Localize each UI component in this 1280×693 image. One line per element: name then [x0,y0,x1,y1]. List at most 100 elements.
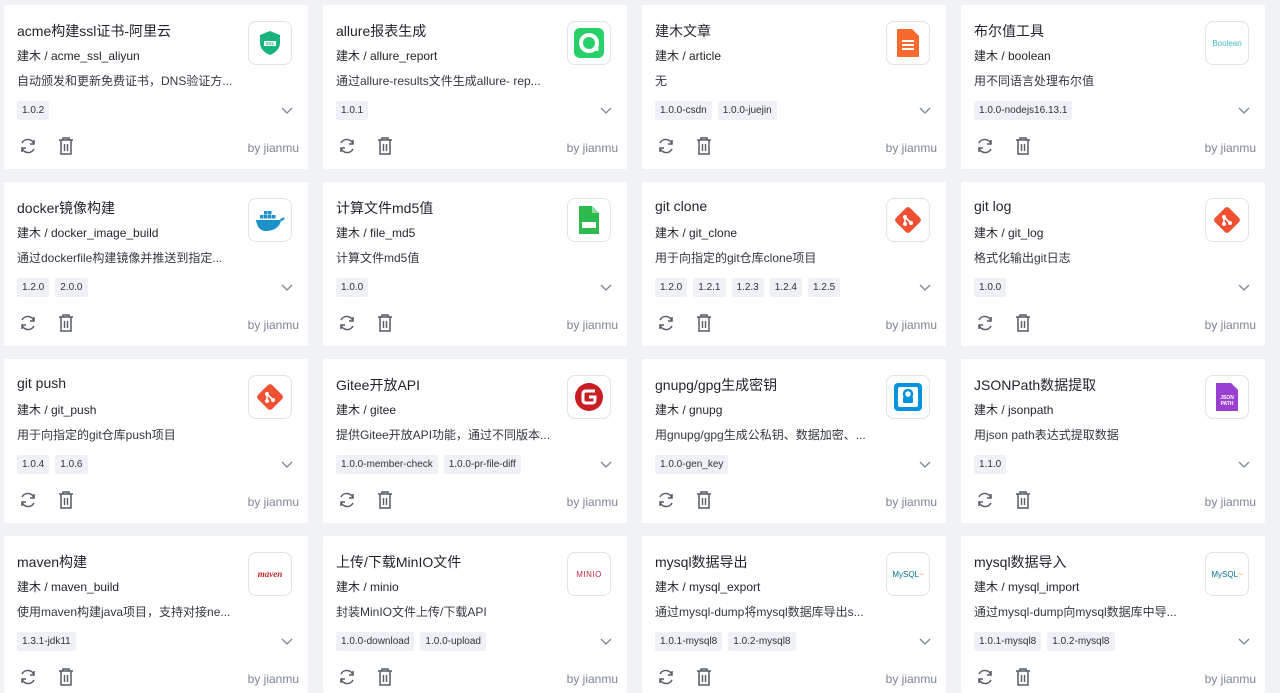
version-tag[interactable]: 1.0.2 [17,101,50,120]
trash-icon[interactable] [693,135,715,157]
node-title[interactable]: 布尔值工具 [974,21,1044,41]
chevron-down-icon[interactable] [599,634,613,648]
sync-icon[interactable] [655,312,677,334]
chevron-down-icon[interactable] [1237,634,1251,648]
sync-icon[interactable] [974,312,996,334]
chevron-down-icon[interactable] [599,280,613,294]
trash-icon[interactable] [693,666,715,688]
chevron-down-icon[interactable] [1237,457,1251,471]
node-title[interactable]: acme构建ssl证书-阿里云 [17,21,171,41]
version-tag[interactable]: 1.2.3 [731,278,764,297]
version-tag[interactable]: 1.0.0-csdn [655,101,712,120]
sync-icon[interactable] [974,135,996,157]
node-title[interactable]: git push [17,375,66,391]
trash-icon[interactable] [55,489,77,511]
version-tag[interactable]: 1.0.0-download [336,632,415,651]
sync-icon[interactable] [655,666,677,688]
trash-icon[interactable] [693,312,715,334]
trash-icon[interactable] [374,312,396,334]
trash-icon[interactable] [693,489,715,511]
node-card[interactable]: maven构建 建木 / maven_build 使用maven构建java项目，支… [4,536,308,693]
sync-icon[interactable] [336,312,358,334]
chevron-down-icon[interactable] [918,457,932,471]
chevron-down-icon[interactable] [280,457,294,471]
node-title[interactable]: 上传/下载MinIO文件 [336,552,461,572]
node-card[interactable]: git push 建木 / git_push 用于向指定的git仓库push项目 1.… [4,359,308,523]
node-title[interactable]: git log [974,198,1011,214]
node-card[interactable]: JSONPath数据提取 建木 / jsonpath 用json path表达式提取… [961,359,1265,523]
trash-icon[interactable] [374,666,396,688]
trash-icon[interactable] [374,135,396,157]
sync-icon[interactable] [17,666,39,688]
version-tag[interactable]: 1.2.0 [655,278,688,297]
version-tag[interactable]: 1.0.0-gen_key [655,455,729,474]
chevron-down-icon[interactable] [599,103,613,117]
node-card[interactable]: docker镜像构建 建木 / docker_image_build 通过docke… [4,182,308,346]
version-tag[interactable]: 1.0.0 [974,278,1007,297]
version-tag[interactable]: 1.0.1-mysql8 [655,632,723,651]
version-tag[interactable]: 1.0.0-nodejs16.13.1 [974,101,1073,120]
node-card[interactable]: 计算文件md5值 建木 / file_md5 计算文件md5值 1.0.0 by jia… [323,182,627,346]
chevron-down-icon[interactable] [918,280,932,294]
version-tag[interactable]: 1.0.0 [336,278,369,297]
trash-icon[interactable] [55,666,77,688]
sync-icon[interactable] [655,489,677,511]
version-tag[interactable]: 1.0.1-mysql8 [974,632,1042,651]
node-title[interactable]: Gitee开放API [336,375,420,395]
trash-icon[interactable] [1012,312,1034,334]
version-tag[interactable]: 1.1.0 [974,455,1007,474]
chevron-down-icon[interactable] [280,280,294,294]
sync-icon[interactable] [974,489,996,511]
chevron-down-icon[interactable] [918,103,932,117]
trash-icon[interactable] [374,489,396,511]
chevron-down-icon[interactable] [280,634,294,648]
node-title[interactable]: mysql数据导入 [974,552,1067,572]
version-tag[interactable]: 1.0.0-pr-file-diff [443,455,521,474]
version-tag[interactable]: 1.3.1-jdk11 [17,632,76,651]
version-tag[interactable]: 1.0.4 [17,455,50,474]
sync-icon[interactable] [17,312,39,334]
node-card[interactable]: mysql数据导出 建木 / mysql_export 通过mysql-dump将m… [642,536,946,693]
node-title[interactable]: maven构建 [17,552,87,572]
node-title[interactable]: JSONPath数据提取 [974,375,1096,395]
version-tag[interactable]: 1.0.0-juejin [717,101,777,120]
node-card[interactable]: gnupg/gpg生成密钥 建木 / gnupg 用gnupg/gpg生成公私钥、数… [642,359,946,523]
sync-icon[interactable] [655,135,677,157]
trash-icon[interactable] [55,135,77,157]
node-card[interactable]: acme构建ssl证书-阿里云 建木 / acme_ssl_aliyun 自动颁发和… [4,5,308,169]
node-title[interactable]: git clone [655,198,707,214]
node-title[interactable]: gnupg/gpg生成密钥 [655,375,777,395]
sync-icon[interactable] [17,135,39,157]
chevron-down-icon[interactable] [918,634,932,648]
node-card[interactable]: git log 建木 / git_log 格式化输出git日志 1.0.0 by jia… [961,182,1265,346]
trash-icon[interactable] [1012,489,1034,511]
trash-icon[interactable] [1012,666,1034,688]
sync-icon[interactable] [336,135,358,157]
sync-icon[interactable] [974,666,996,688]
version-tag[interactable]: 1.0.0-upload [420,632,486,651]
node-card[interactable]: 上传/下载MinIO文件 建木 / minio 封装MinIO文件上传/下载API M… [323,536,627,693]
trash-icon[interactable] [1012,135,1034,157]
version-tag[interactable]: 1.0.1 [336,101,369,120]
node-card[interactable]: 布尔值工具 建木 / boolean 用不同语言处理布尔值 Boolean 1.0.0-… [961,5,1265,169]
version-tag[interactable]: 1.2.1 [693,278,726,297]
node-title[interactable]: 计算文件md5值 [336,198,433,218]
sync-icon[interactable] [17,489,39,511]
sync-icon[interactable] [336,489,358,511]
chevron-down-icon[interactable] [599,457,613,471]
node-card[interactable]: mysql数据导入 建木 / mysql_import 通过mysql-dump向m… [961,536,1265,693]
version-tag[interactable]: 1.0.2-mysql8 [1047,632,1115,651]
version-tag[interactable]: 1.0.6 [55,455,88,474]
version-tag[interactable]: 1.0.0-member-check [336,455,438,474]
chevron-down-icon[interactable] [1237,280,1251,294]
trash-icon[interactable] [55,312,77,334]
node-card[interactable]: allure报表生成 建木 / allure_report 通过allure-res… [323,5,627,169]
node-card[interactable]: Gitee开放API 建木 / gitee 提供Gitee开放API功能，通过不同版… [323,359,627,523]
version-tag[interactable]: 1.2.4 [769,278,802,297]
version-tag[interactable]: 1.2.5 [808,278,841,297]
version-tag[interactable]: 2.0.0 [55,278,88,297]
node-title[interactable]: allure报表生成 [336,21,426,41]
version-tag[interactable]: 1.0.2-mysql8 [728,632,796,651]
chevron-down-icon[interactable] [280,103,294,117]
sync-icon[interactable] [336,666,358,688]
